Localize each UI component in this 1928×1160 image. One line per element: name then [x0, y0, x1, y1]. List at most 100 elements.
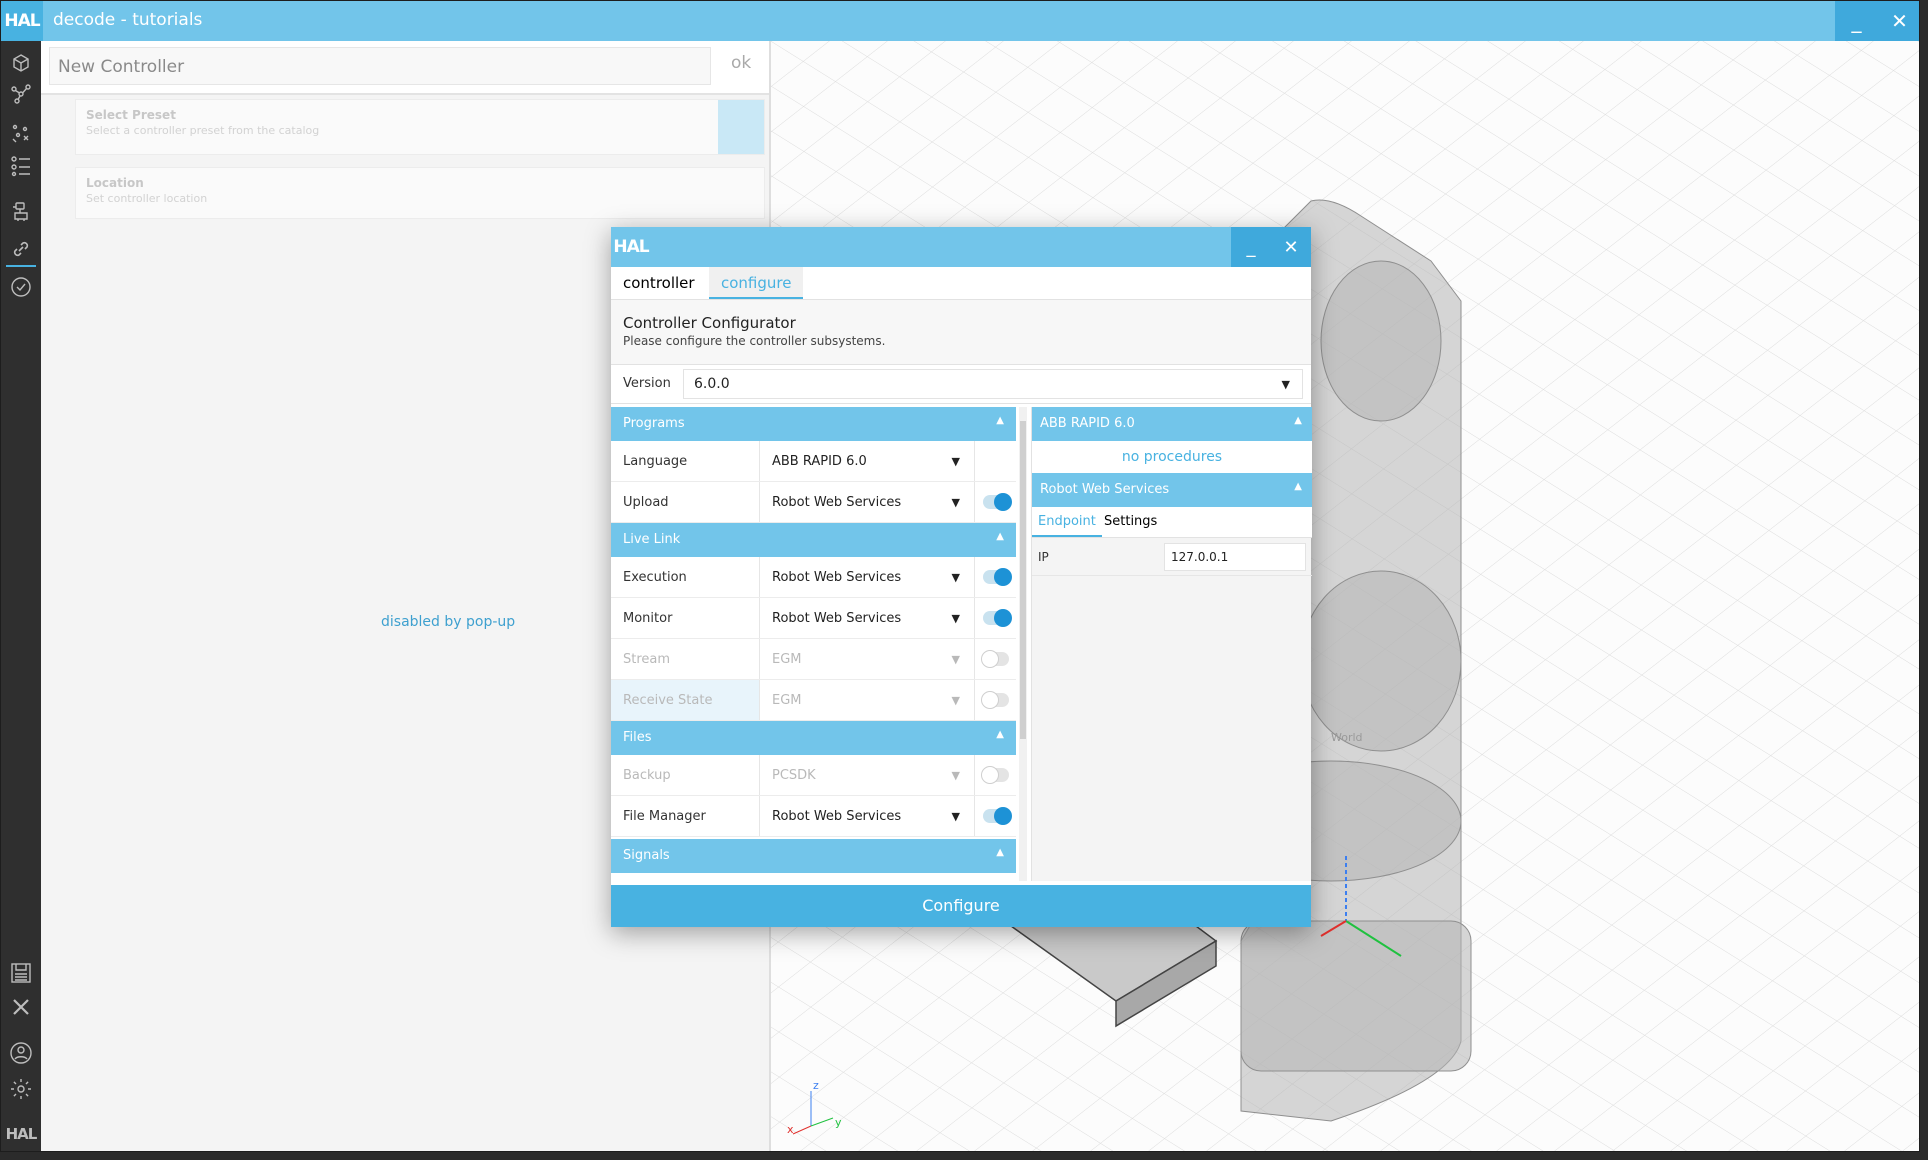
- user-icon[interactable]: [9, 1041, 33, 1065]
- chevron-down-icon: ▼: [951, 810, 960, 823]
- section-title: ABB RAPID 6.0: [1040, 416, 1135, 431]
- dialog-minimize-button[interactable]: _: [1231, 227, 1271, 267]
- configurator-title: Controller Configurator: [623, 314, 796, 332]
- language-select[interactable]: ABB RAPID 6.0 ▼: [759, 441, 975, 481]
- card-subtitle: Select a controller preset from the cata…: [86, 124, 320, 137]
- section-abb-rapid[interactable]: ABB RAPID 6.0 ▲: [1032, 407, 1312, 441]
- check-circle-icon[interactable]: [9, 275, 33, 299]
- file-manager-select[interactable]: Robot Web Services ▼: [759, 796, 975, 836]
- row-receive-state: Receive State EGM ▼: [611, 680, 1016, 721]
- subsystems-scrollbar[interactable]: [1019, 407, 1027, 881]
- ip-row: IP 127.0.0.1: [1032, 539, 1312, 576]
- upload-select[interactable]: Robot Web Services ▼: [759, 482, 975, 522]
- app-window: HAL decode - tutorials _ ✕ HAL New Contr…: [0, 0, 1920, 1152]
- section-title: Live Link: [623, 532, 681, 547]
- row-upload: Upload Robot Web Services ▼: [611, 482, 1016, 523]
- select-value: Robot Web Services: [772, 570, 902, 585]
- subsystem-details: ABB RAPID 6.0 ▲ no procedures Robot Web …: [1031, 407, 1312, 881]
- chevron-down-icon: ▼: [951, 694, 960, 707]
- chevron-down-icon: ▼: [1281, 378, 1290, 391]
- stream-select[interactable]: EGM ▼: [759, 639, 975, 679]
- row-monitor: Monitor Robot Web Services ▼: [611, 598, 1016, 639]
- stream-toggle[interactable]: [981, 650, 1009, 668]
- collapse-icon[interactable]: ▲: [996, 847, 1004, 858]
- collapse-icon[interactable]: ▲: [996, 531, 1004, 542]
- row-label: Upload: [623, 495, 669, 510]
- section-files[interactable]: Files ▲: [611, 721, 1016, 755]
- section-signals[interactable]: Signals ▲: [611, 839, 1016, 873]
- sidebar: HAL: [1, 41, 41, 1151]
- configure-button[interactable]: Configure: [611, 885, 1311, 927]
- controller-header: New Controller ok: [41, 41, 769, 95]
- close-window-button[interactable]: ✕: [1878, 1, 1919, 41]
- minimize-button[interactable]: _: [1835, 1, 1878, 41]
- close-icon[interactable]: [9, 995, 33, 1019]
- dialog-title-bar: HAL _ ✕: [611, 227, 1311, 267]
- chevron-down-icon: ▼: [951, 455, 960, 468]
- select-value: Robot Web Services: [772, 495, 902, 510]
- graph-nodes-icon[interactable]: [9, 81, 33, 105]
- tab-controller[interactable]: controller: [611, 267, 707, 299]
- axis-y-label: y: [835, 1116, 842, 1129]
- file-manager-toggle[interactable]: [983, 807, 1012, 825]
- sidebar-hal-logo: HAL: [5, 1125, 38, 1143]
- settings-icon[interactable]: [9, 1077, 33, 1101]
- chevron-down-icon: ▼: [951, 653, 960, 666]
- execution-toggle[interactable]: [983, 568, 1012, 586]
- version-row: Version 6.0.0 ▼: [611, 365, 1311, 404]
- row-file-manager: File Manager Robot Web Services ▼: [611, 796, 1016, 837]
- dialog-close-button[interactable]: ✕: [1271, 227, 1311, 267]
- tab-endpoint[interactable]: Endpoint: [1032, 507, 1102, 537]
- collapse-icon[interactable]: ▲: [1294, 415, 1302, 426]
- scatter-icon[interactable]: [9, 121, 33, 145]
- tab-configure[interactable]: configure: [709, 267, 804, 299]
- section-title: Files: [623, 730, 652, 745]
- axis-x-label: x: [787, 1123, 794, 1136]
- ip-input[interactable]: 127.0.0.1: [1164, 543, 1306, 571]
- no-procedures-text: no procedures: [1032, 441, 1312, 473]
- controller-name-input[interactable]: New Controller: [49, 47, 711, 85]
- receive-state-toggle[interactable]: [981, 691, 1009, 709]
- section-robot-web-services[interactable]: Robot Web Services ▲: [1032, 473, 1312, 507]
- card-title: Select Preset: [86, 108, 176, 122]
- chevron-down-icon: ▼: [951, 496, 960, 509]
- monitor-toggle[interactable]: [983, 609, 1012, 627]
- row-label: File Manager: [623, 809, 706, 824]
- version-label: Version: [623, 376, 671, 391]
- upload-toggle[interactable]: [983, 493, 1012, 511]
- row-execution: Execution Robot Web Services ▼: [611, 557, 1016, 598]
- row-stream: Stream EGM ▼: [611, 639, 1016, 680]
- select-value: EGM: [772, 693, 802, 708]
- world-label: World: [1331, 731, 1363, 744]
- title-bar: HAL decode - tutorials _ ✕: [1, 1, 1919, 41]
- row-label: Monitor: [623, 611, 673, 626]
- ok-button[interactable]: ok: [731, 53, 751, 73]
- save-icon[interactable]: [9, 961, 33, 985]
- location-card: Location Set controller location: [75, 167, 765, 219]
- collapse-icon[interactable]: ▲: [996, 415, 1004, 426]
- tab-settings[interactable]: Settings: [1098, 507, 1163, 537]
- configurator-header: Controller Configurator Please configure…: [611, 300, 1311, 365]
- scrollbar-thumb[interactable]: [1020, 421, 1026, 739]
- version-select[interactable]: 6.0.0 ▼: [683, 369, 1303, 399]
- configurator-description: Please configure the controller subsyste…: [623, 334, 886, 348]
- collapse-icon[interactable]: ▲: [996, 729, 1004, 740]
- collapse-icon[interactable]: ▲: [1294, 481, 1302, 492]
- receive-state-select[interactable]: EGM ▼: [759, 680, 975, 720]
- section-programs[interactable]: Programs ▲: [611, 407, 1016, 441]
- window-title: decode - tutorials: [53, 10, 203, 30]
- preset-catalog-button: [718, 100, 764, 154]
- execution-select[interactable]: Robot Web Services ▼: [759, 557, 975, 597]
- backup-toggle[interactable]: [981, 766, 1009, 784]
- select-value: Robot Web Services: [772, 611, 902, 626]
- monitor-select[interactable]: Robot Web Services ▼: [759, 598, 975, 638]
- list-icon[interactable]: [9, 153, 33, 177]
- link-icon[interactable]: [9, 237, 33, 261]
- backup-select[interactable]: PCSDK ▼: [759, 755, 975, 795]
- robot-icon[interactable]: [9, 199, 33, 223]
- section-live-link[interactable]: Live Link ▲: [611, 523, 1016, 557]
- dialog-tabs: controller configure: [611, 267, 1311, 300]
- card-subtitle: Set controller location: [86, 192, 208, 205]
- row-language: Language ABB RAPID 6.0 ▼: [611, 441, 1016, 482]
- cube-icon[interactable]: [9, 51, 33, 75]
